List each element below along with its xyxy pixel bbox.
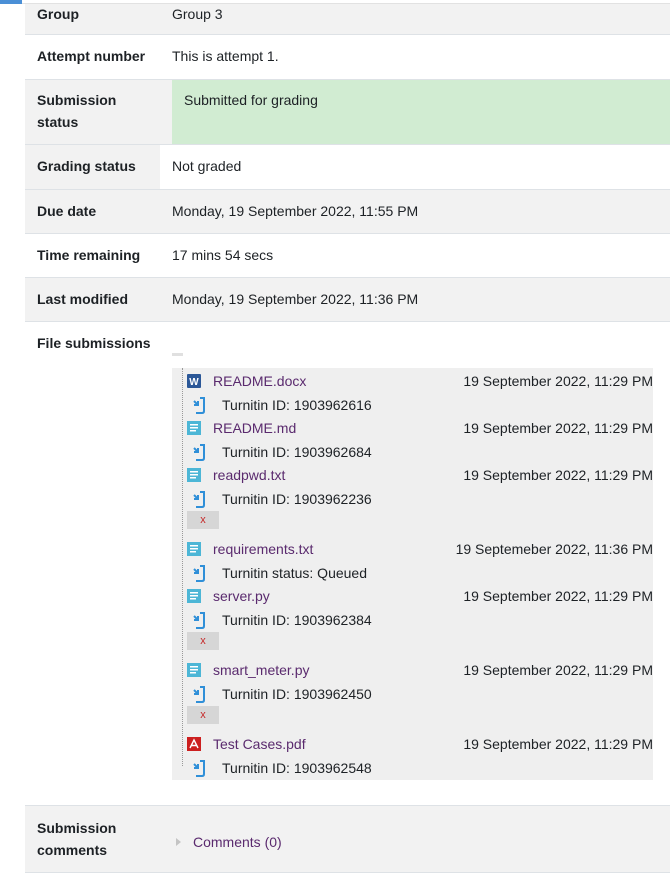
- collapse-toggle[interactable]: [172, 353, 183, 356]
- file-submissions-label: File submissions: [37, 335, 151, 351]
- submission-status-cell: Submitted for grading: [172, 80, 670, 144]
- file-item: README.md 19 September 2022, 11:29 PM: [172, 417, 653, 441]
- turnitin-status: Turnitin ID: 1903962616: [222, 397, 372, 413]
- turnitin-status: Turnitin ID: 1903962384: [222, 612, 372, 628]
- grading-status-label: Grading status: [37, 158, 136, 174]
- turnitin-status: Turnitin ID: 1903962236: [222, 491, 372, 507]
- group-value: Group 3: [172, 6, 223, 22]
- file-link[interactable]: README.docx: [213, 370, 306, 392]
- group-row: Group Group 3: [25, 4, 670, 35]
- file-item: smart_meter.py 19 September 2022, 11:29 P…: [172, 659, 653, 683]
- turnitin-row: Turnitin ID: 1903962616: [172, 394, 653, 418]
- last-modified-value: Monday, 19 September 2022, 11:36 PM: [172, 291, 419, 307]
- submission-comments-row: Submission comments Comments (0): [25, 806, 670, 873]
- file-submissions-row: File submissions W README.docx 19 Septembe…: [25, 322, 670, 806]
- text-file-icon: [187, 542, 201, 556]
- text-file-icon: [187, 468, 201, 482]
- file-item: server.py 19 September 2022, 11:29 PM: [172, 585, 653, 609]
- file-link[interactable]: server.py: [213, 585, 270, 607]
- time-remaining-cell: 17 mins 54 secs: [172, 234, 670, 277]
- file-date: 19 September 2022, 11:29 PM: [463, 420, 653, 436]
- pdf-file-icon: [187, 737, 201, 751]
- file-date: 19 September 2022, 11:29 PM: [463, 662, 653, 678]
- turnitin-status: Turnitin ID: 1903962548: [222, 760, 372, 776]
- time-remaining-label: Time remaining: [37, 247, 141, 263]
- file-date: 19 Septemeber 2022, 11:36 PM: [455, 541, 653, 557]
- word-document-icon: W: [187, 374, 201, 388]
- text-file-icon: [187, 663, 201, 677]
- turnitin-status: Turnitin status: Queued: [222, 565, 368, 581]
- file-date: 19 September 2022, 11:29 PM: [463, 588, 653, 604]
- grading-status-row: Grading status Not graded: [25, 145, 670, 190]
- file-link[interactable]: requirements.txt: [213, 538, 313, 560]
- attempt-row: Attempt number This is attempt 1.: [25, 35, 670, 80]
- turnitin-icon[interactable]: [192, 564, 206, 583]
- turnitin-row: Turnitin ID: 1903962236: [172, 488, 653, 512]
- submission-status-value: Submitted for grading: [184, 92, 318, 108]
- turnitin-row: Turnitin status: Queued: [172, 562, 653, 586]
- due-date-value: Monday, 19 September 2022, 11:55 PM: [172, 203, 419, 219]
- turnitin-icon[interactable]: [192, 443, 206, 462]
- comments-link[interactable]: Comments (0): [193, 831, 282, 853]
- turnitin-status: Turnitin ID: 1903962684: [222, 444, 372, 460]
- turnitin-icon[interactable]: [192, 685, 206, 704]
- due-date-cell: Monday, 19 September 2022, 11:55 PM: [172, 190, 670, 233]
- turnitin-row: Turnitin ID: 1903962684: [172, 441, 653, 465]
- turnitin-icon[interactable]: [192, 759, 206, 778]
- file-link[interactable]: smart_meter.py: [213, 659, 309, 681]
- last-modified-row: Last modified Monday, 19 September 2022,…: [25, 278, 670, 322]
- turnitin-icon[interactable]: [192, 611, 206, 630]
- text-file-icon: [187, 589, 201, 603]
- file-item: W README.docx 19 September 2022, 11:29 PM: [172, 370, 653, 394]
- turnitin-icon[interactable]: [192, 396, 206, 415]
- file-date: 19 September 2022, 11:29 PM: [463, 467, 653, 483]
- file-item: Test Cases.pdf 19 September 2022, 11:29 P…: [172, 733, 653, 757]
- turnitin-row: Turnitin ID: 1903962450: [172, 683, 653, 707]
- text-file-icon: [187, 421, 201, 435]
- submission-comments-label: Submission comments: [37, 820, 117, 858]
- expand-arrow-icon[interactable]: [176, 838, 181, 846]
- file-link[interactable]: readpwd.txt: [213, 464, 285, 486]
- remove-button[interactable]: x: [187, 632, 219, 650]
- attempt-label: Attempt number: [37, 48, 146, 64]
- file-link[interactable]: README.md: [213, 417, 296, 439]
- file-tree: W README.docx 19 September 2022, 11:29 PM T…: [172, 368, 653, 780]
- top-accent-bar: [0, 0, 22, 4]
- last-modified-label: Last modified: [37, 291, 129, 307]
- time-remaining-value: 17 mins 54 secs: [172, 247, 274, 263]
- turnitin-status: Turnitin ID: 1903962450: [222, 686, 372, 702]
- attempt-value-cell: This is attempt 1.: [172, 35, 670, 79]
- last-modified-cell: Monday, 19 September 2022, 11:36 PM: [172, 278, 670, 321]
- file-date: 19 September 2022, 11:29 PM: [463, 736, 653, 752]
- attempt-value: This is attempt 1.: [172, 48, 279, 64]
- file-link[interactable]: Test Cases.pdf: [213, 733, 306, 755]
- submission-status-label: Submission status: [37, 92, 117, 130]
- turnitin-icon[interactable]: [192, 490, 206, 509]
- group-label: Group: [37, 6, 79, 22]
- submission-status-row: Submission status Submitted for grading: [25, 80, 670, 145]
- svg-text:W: W: [189, 377, 199, 388]
- grading-status-value: Not graded: [172, 158, 242, 174]
- file-date: 19 September 2022, 11:29 PM: [463, 373, 653, 389]
- remove-button[interactable]: x: [187, 706, 219, 724]
- remove-button[interactable]: x: [187, 511, 219, 529]
- turnitin-row: Turnitin ID: 1903962548: [172, 757, 653, 781]
- file-item: readpwd.txt 19 September 2022, 11:29 PM: [172, 464, 653, 488]
- turnitin-row: Turnitin ID: 1903962384: [172, 609, 653, 633]
- time-remaining-row: Time remaining 17 mins 54 secs: [25, 234, 670, 278]
- due-date-row: Due date Monday, 19 September 2022, 11:5…: [25, 190, 670, 234]
- group-value-cell: Group 3: [172, 4, 670, 34]
- grading-status-cell: Not graded: [160, 145, 670, 189]
- file-item: requirements.txt 19 Septemeber 2022, 11:3…: [172, 538, 653, 562]
- due-date-label: Due date: [37, 203, 97, 219]
